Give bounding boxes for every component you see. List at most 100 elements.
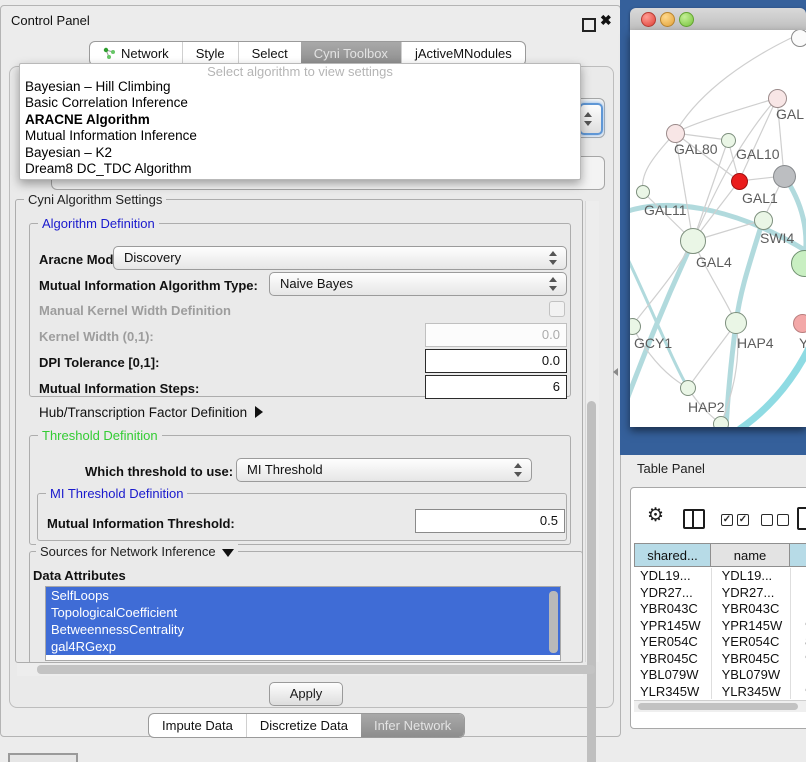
settings-horizontal-scrollbar[interactable] [17, 663, 583, 676]
gear-icon[interactable]: ⚙ [647, 504, 664, 527]
tab-jactivemnodules[interactable]: jActiveMNodules [401, 42, 525, 65]
tab-impute-data[interactable]: Impute Data [149, 714, 246, 737]
hub-tf-definition-toggle[interactable]: Hub/Transcription Factor Definition [39, 405, 263, 420]
apply-button[interactable]: Apply [269, 682, 343, 706]
network-node[interactable] [725, 312, 747, 334]
network-node[interactable] [791, 30, 806, 47]
table-row[interactable]: YER054CYER054C8. [634, 634, 806, 651]
column-header-name[interactable]: name [710, 543, 790, 567]
node-label: HAP2 [688, 399, 725, 415]
close-traffic-light[interactable] [641, 12, 656, 27]
tab-discretize-data[interactable]: Discretize Data [246, 714, 361, 737]
settings-group-legend: Cyni Algorithm Settings [24, 192, 166, 207]
list-scrollbar[interactable] [549, 591, 558, 653]
node-label: Y [799, 335, 806, 351]
network-node[interactable] [680, 228, 706, 254]
network-window-titlebar[interactable] [630, 8, 806, 31]
table-row[interactable]: YBL079WYBL079W [634, 667, 806, 684]
network-node[interactable] [773, 165, 796, 188]
dropdown-item[interactable]: ARACNE Algorithm [20, 112, 580, 128]
attribute-list-item[interactable]: TopologicalCoefficient [46, 604, 560, 621]
dropdown-item[interactable]: Basic Correlation Inference [20, 95, 580, 111]
mi-algorithm-type-combobox[interactable]: Naive Bayes [269, 272, 567, 296]
network-node[interactable] [721, 133, 736, 148]
document-icon[interactable] [797, 507, 806, 530]
table-row[interactable]: YDL19...YDL19...13 [634, 568, 806, 585]
column-header-shared-name[interactable]: shared... [634, 543, 711, 567]
dropdown-item[interactable]: Bayesian – Hill Climbing [20, 79, 580, 95]
node-label: GAL [776, 106, 804, 122]
attribute-list-item[interactable]: SelfLoops [46, 587, 560, 604]
mi-algorithm-type-label: Mutual Information Algorithm Type: [39, 278, 258, 293]
scrollbar-thumb[interactable] [587, 401, 596, 762]
algorithm-definition-legend: Algorithm Definition [38, 216, 159, 231]
panel-splitter-arrow[interactable] [613, 368, 618, 376]
dropdown-item[interactable]: Dream8 DC_TDC Algorithm [20, 161, 580, 177]
manual-kernel-width-label: Manual Kernel Width Definition [39, 303, 231, 318]
network-node[interactable] [731, 173, 748, 190]
mi-steps-input[interactable]: 6 [425, 375, 567, 399]
network-node[interactable] [754, 211, 773, 230]
table-row[interactable]: YPR145WYPR145W9. [634, 618, 806, 635]
mi-threshold-input[interactable]: 0.5 [415, 509, 565, 533]
float-window-icon[interactable] [582, 18, 596, 32]
node-label: HAP4 [737, 335, 774, 351]
tab-select[interactable]: Select [238, 42, 301, 65]
column-divider [790, 568, 791, 699]
table-row[interactable]: YBR045CYBR045C9. [634, 651, 806, 668]
sources-legend[interactable]: Sources for Network Inference [36, 544, 238, 559]
network-node[interactable] [793, 314, 806, 333]
column-header-partial[interactable] [789, 543, 806, 567]
dropdown-item-list: Bayesian – Hill Climbing Basic Correlati… [20, 79, 580, 177]
combobox-stepper-focused[interactable] [579, 103, 603, 135]
stepper-icon [549, 251, 558, 265]
settings-vertical-scrollbar[interactable] [585, 201, 599, 662]
network-node[interactable] [713, 416, 729, 427]
mi-threshold-label: Mutual Information Threshold: [47, 516, 235, 531]
minimize-traffic-light[interactable] [660, 12, 675, 27]
network-view-canvas[interactable]: GALGAL80GAL10GAL1GAL11SWI4GAL4GCY1HAP4YH… [630, 30, 806, 427]
unchecked-checkbox-icon[interactable] [777, 514, 789, 526]
node-label: GAL1 [742, 190, 778, 206]
dropdown-item[interactable]: Bayesian – K2 [20, 145, 580, 161]
network-node[interactable] [680, 380, 696, 396]
node-label: GCY1 [634, 335, 672, 351]
dpi-tolerance-label: DPI Tolerance [0,1]: [39, 355, 159, 370]
network-node[interactable] [636, 185, 650, 199]
bottom-left-widget [8, 753, 78, 762]
which-threshold-combobox[interactable]: MI Threshold [236, 458, 532, 482]
close-icon[interactable]: ✖ [600, 12, 612, 29]
collapsed-arrow-icon [255, 406, 263, 418]
tab-infer-network[interactable]: Infer Network [361, 714, 464, 737]
tab-style[interactable]: Style [182, 42, 238, 65]
table-row[interactable]: YDR27...YDR27...12 [634, 585, 806, 602]
scrollbar-thumb[interactable] [638, 703, 798, 710]
data-attributes-list: SelfLoopsTopologicalCoefficientBetweenne… [45, 586, 561, 661]
stepper-icon [549, 277, 558, 291]
checked-checkbox-icon[interactable]: ✓ [721, 514, 733, 526]
table-horizontal-scrollbar[interactable] [634, 700, 806, 712]
node-label: GAL11 [644, 202, 687, 218]
column-divider [711, 568, 712, 699]
scrollbar-thumb[interactable] [37, 665, 595, 674]
columns-icon[interactable] [683, 509, 705, 529]
attribute-list-item[interactable]: BetweennessCentrality [46, 621, 560, 638]
mi-threshold-legend: MI Threshold Definition [46, 486, 187, 501]
unchecked-checkbox-icon[interactable] [761, 514, 773, 526]
screen: Control Panel ✖ Network Style Select Cyn… [0, 0, 806, 762]
which-threshold-label: Which threshold to use: [85, 464, 233, 479]
aracne-mode-combobox[interactable]: Discovery [113, 246, 567, 270]
dropdown-item[interactable]: Mutual Information Inference [20, 128, 580, 144]
table-row[interactable]: YLR345WYLR345W9. [634, 684, 806, 700]
zoom-traffic-light[interactable] [679, 12, 694, 27]
tab-cyni-toolbox[interactable]: Cyni Toolbox [301, 42, 401, 65]
attribute-list-item[interactable]: gal4RGexp [46, 638, 560, 655]
data-attributes-label: Data Attributes [33, 568, 126, 583]
tab-network[interactable]: Network [90, 42, 182, 65]
mi-steps-label: Mutual Information Steps: [39, 381, 199, 396]
dpi-tolerance-input[interactable]: 0.0 [425, 349, 567, 373]
checked-checkbox-icon[interactable]: ✓ [737, 514, 749, 526]
table-row[interactable]: YBR043CYBR043C [634, 601, 806, 618]
kernel-width-label: Kernel Width (0,1): [39, 329, 154, 344]
node-label: GAL4 [696, 254, 732, 270]
